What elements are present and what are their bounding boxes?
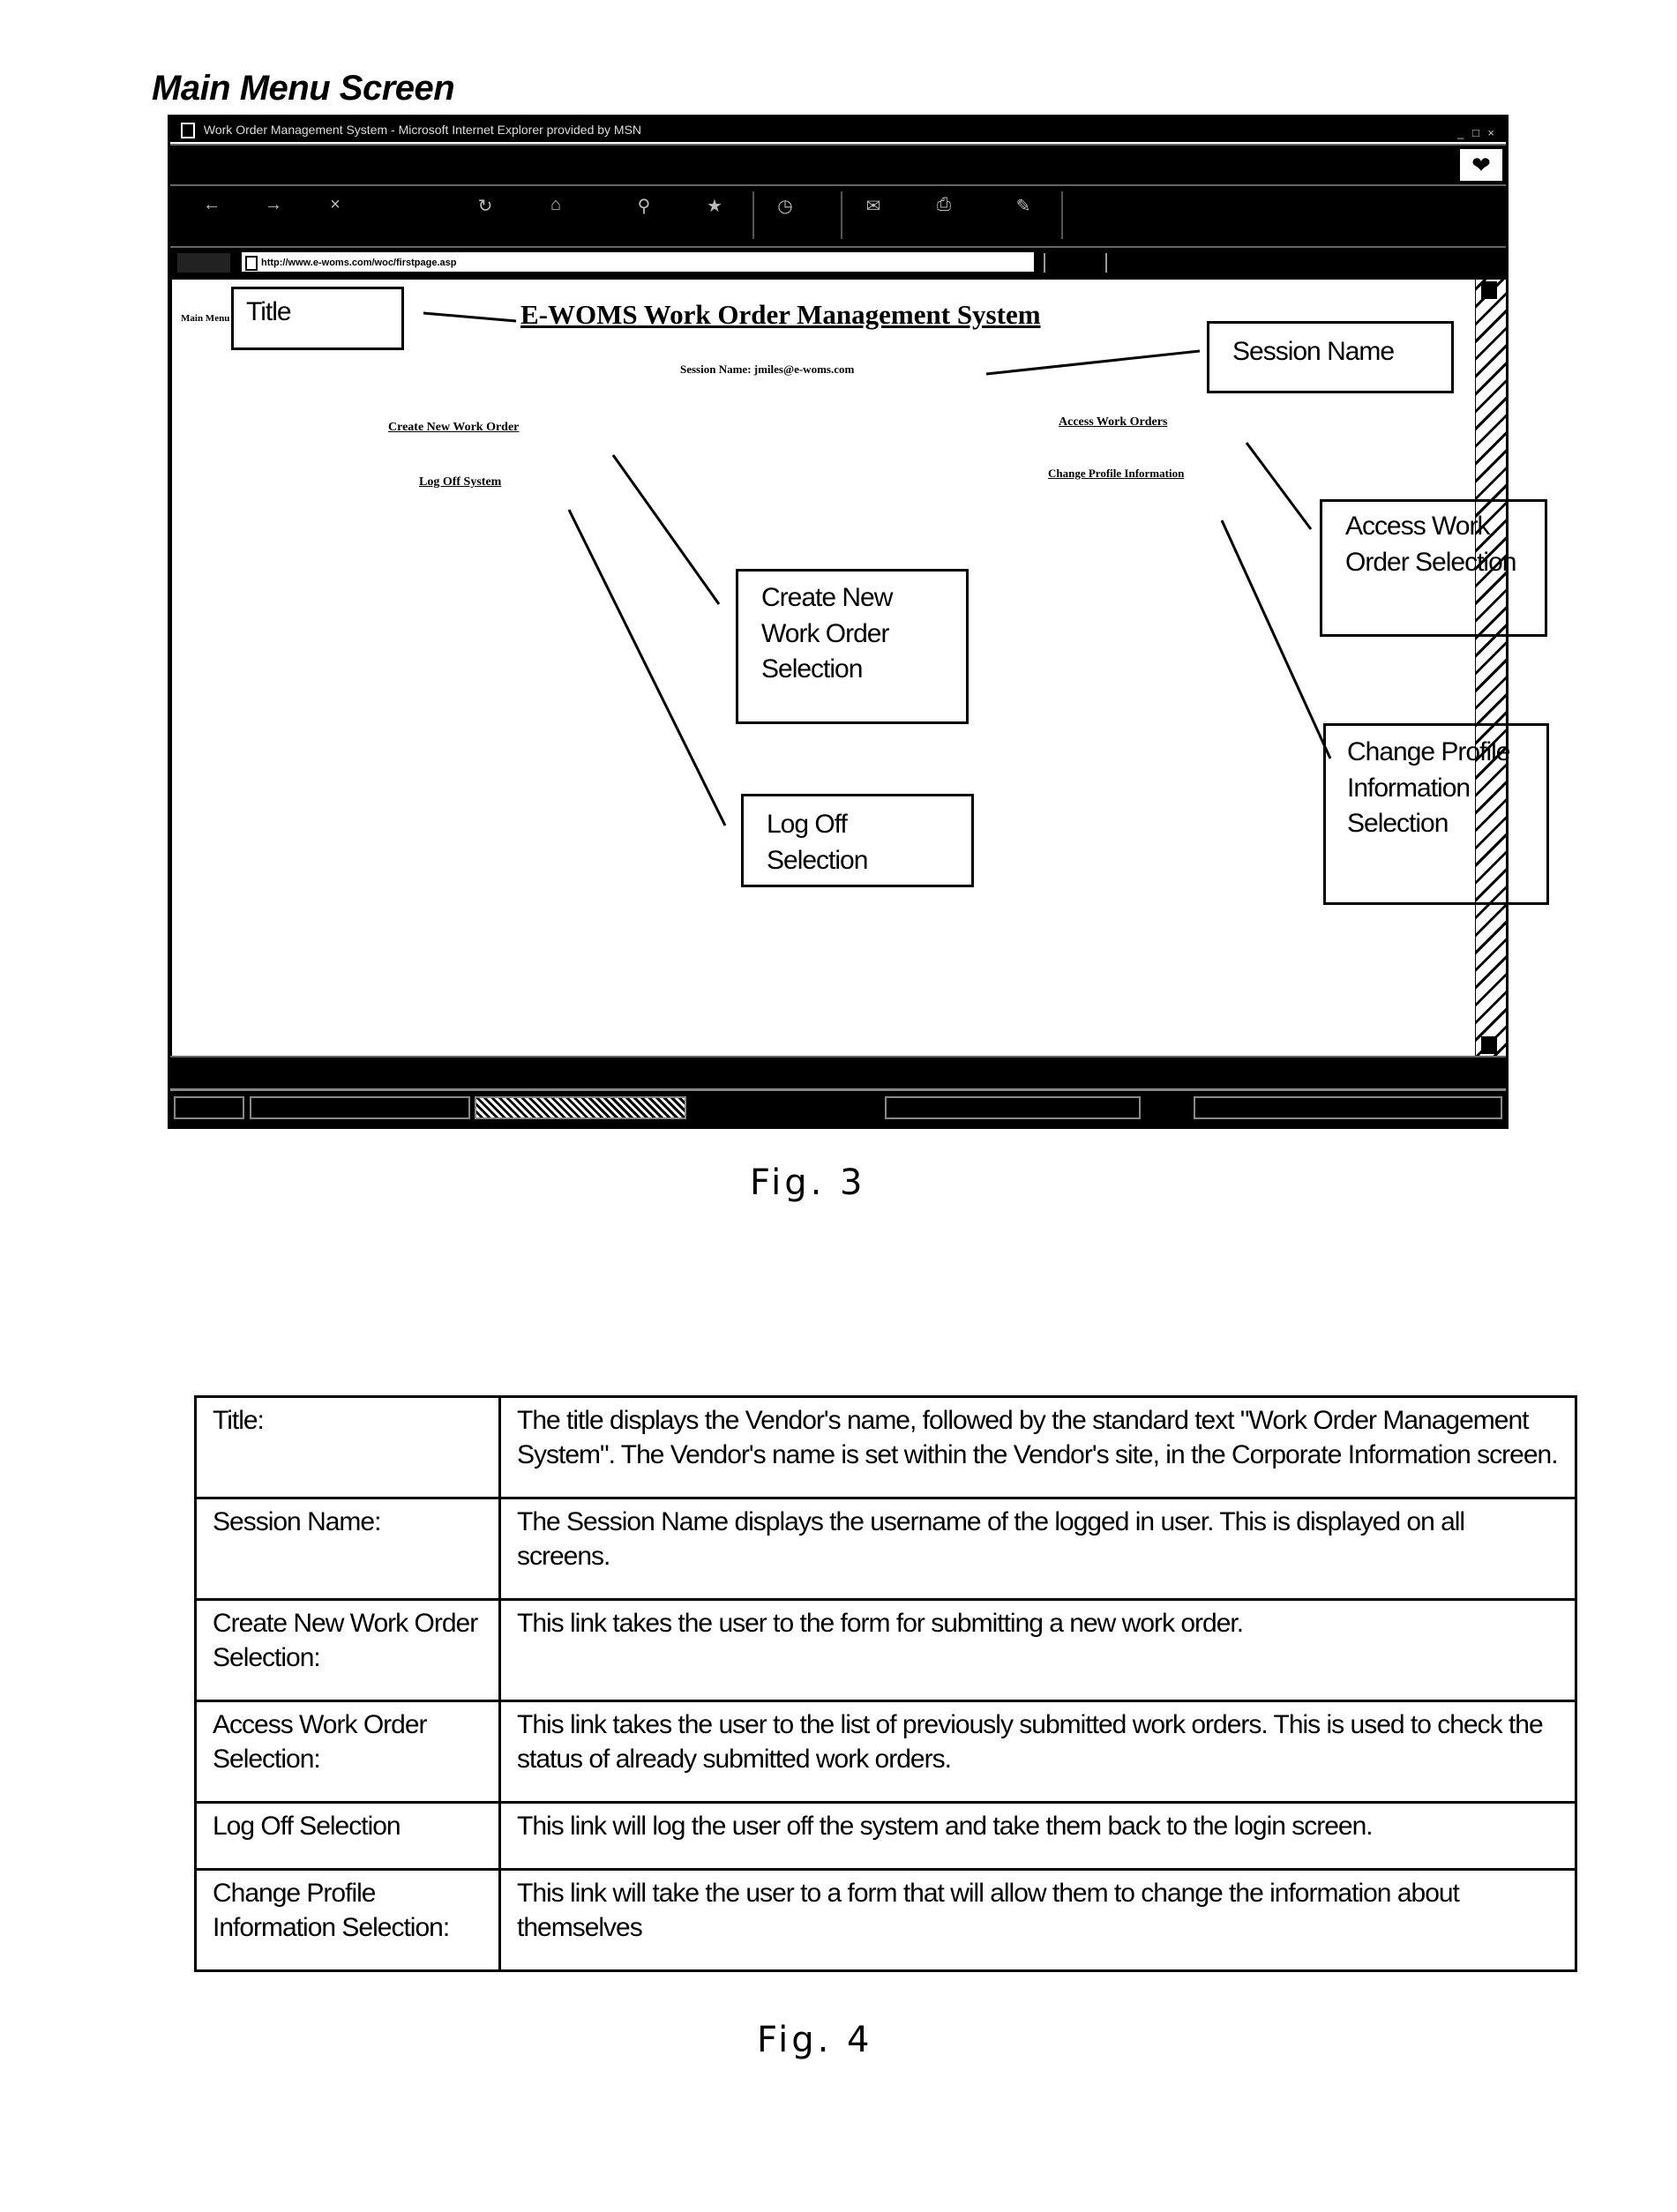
scroll-down-arrow-icon[interactable] — [1481, 1036, 1497, 1054]
toolbar-separator — [752, 191, 754, 239]
print-icon[interactable]: ⎙ — [929, 195, 959, 221]
address-url: http://www.e-woms.com/woc/firstpage.asp — [261, 258, 457, 268]
system-tray — [1194, 1096, 1502, 1119]
address-bar: http://www.e-woms.com/woc/firstpage.asp — [170, 246, 1506, 282]
figure-3-label: Fig. 3 — [750, 1162, 866, 1203]
stop-icon[interactable]: × — [320, 195, 350, 221]
vertical-scrollbar[interactable] — [1475, 280, 1506, 1056]
description-cell: The title displays the Vendor's name, fo… — [498, 1395, 1577, 1499]
toolbar-separator — [1061, 191, 1063, 239]
table-row: Title: The title displays the Vendor's na… — [194, 1395, 1577, 1499]
left-nav-main-menu[interactable]: Main Menu — [181, 313, 229, 324]
table-row: Log Off Selection This link will log the … — [194, 1801, 1577, 1871]
callout-session-name: Session Name — [1207, 321, 1454, 393]
callout-create-new-work-order: Create New Work Order Selection — [736, 569, 969, 724]
description-cell: This link will take the user to a form t… — [498, 1868, 1577, 1972]
taskbar-item-active[interactable] — [475, 1096, 686, 1119]
toolbar-separator — [841, 191, 842, 239]
search-icon[interactable]: ⚲ — [629, 195, 659, 221]
term-cell: Log Off Selection — [194, 1801, 501, 1871]
log-off-system-link[interactable]: Log Off System — [419, 475, 501, 489]
home-icon[interactable]: ⌂ — [541, 195, 571, 221]
ie-app-icon — [181, 123, 195, 139]
refresh-icon[interactable]: ↻ — [470, 195, 500, 221]
favorites-icon[interactable]: ★ — [700, 195, 730, 221]
msn-butterfly-icon: ❤ — [1460, 149, 1502, 181]
back-icon[interactable]: ← — [197, 195, 227, 221]
term-cell: Access Work Order Selection: — [194, 1700, 501, 1804]
forward-icon[interactable]: → — [258, 195, 288, 221]
edit-icon[interactable]: ✎ — [1008, 195, 1038, 221]
figure-4-label: Fig. 4 — [757, 2020, 873, 2060]
start-button[interactable] — [174, 1096, 244, 1119]
description-table: Title: The title displays the Vendor's na… — [194, 1395, 1577, 1972]
callout-access-work-order: Access Work Order Selection — [1320, 499, 1547, 637]
callout-log-off: Log Off Selection — [741, 794, 974, 887]
go-button[interactable] — [1044, 253, 1098, 273]
callout-title: Title — [231, 287, 404, 350]
taskbar-item[interactable] — [885, 1096, 1141, 1119]
term-cell: Session Name: — [194, 1497, 501, 1601]
table-row: Create New Work Order Selection: This lin… — [194, 1598, 1577, 1702]
window-controls[interactable]: _ □ × — [1457, 121, 1497, 146]
description-cell: This link takes the user to the list of … — [498, 1700, 1577, 1804]
table-row: Access Work Order Selection: This link ta… — [194, 1700, 1577, 1804]
change-profile-information-link[interactable]: Change Profile Information — [1048, 467, 1184, 481]
taskbar-item[interactable] — [250, 1096, 470, 1119]
menu-bar[interactable]: ❤ — [170, 144, 1506, 184]
title-bar: Work Order Management System - Microsoft… — [170, 117, 1506, 142]
status-bar — [170, 1056, 1506, 1089]
address-input[interactable]: http://www.e-woms.com/woc/firstpage.asp — [241, 251, 1035, 273]
description-cell: The Session Name displays the username o… — [498, 1497, 1577, 1601]
window-title: Work Order Management System - Microsoft… — [203, 123, 642, 137]
callout-change-profile: Change Profile Information Selection — [1323, 723, 1549, 905]
term-cell: Change Profile Information Selection: — [194, 1868, 501, 1972]
taskbar — [170, 1088, 1506, 1126]
page-heading: Main Menu Screen — [152, 69, 455, 108]
description-cell: This link will log the user off the syst… — [498, 1801, 1577, 1871]
links-bar[interactable] — [1105, 253, 1497, 273]
term-cell: Create New Work Order Selection: — [194, 1598, 501, 1702]
term-cell: Title: — [194, 1395, 501, 1499]
history-icon[interactable]: ◷ — [770, 195, 800, 221]
toolbar: ← → × ↻ ⌂ ⚲ ★ ◷ ✉ ⎙ ✎ — [170, 184, 1506, 246]
session-name-text: Session Name: jmiles@e-woms.com — [680, 362, 855, 376]
page-icon — [245, 256, 258, 271]
app-title: E-WOMS Work Order Management System — [520, 299, 1041, 330]
description-cell: This link takes the user to the form for… — [498, 1598, 1577, 1702]
mail-icon[interactable]: ✉ — [858, 195, 888, 221]
table-row: Session Name: The Session Name displays t… — [194, 1497, 1577, 1601]
access-work-orders-link[interactable]: Access Work Orders — [1059, 415, 1167, 430]
create-new-work-order-link[interactable]: Create New Work Order — [388, 421, 519, 435]
address-label — [177, 253, 230, 273]
scroll-up-arrow-icon[interactable] — [1481, 281, 1497, 299]
table-row: Change Profile Information Selection: Thi… — [194, 1868, 1577, 1972]
